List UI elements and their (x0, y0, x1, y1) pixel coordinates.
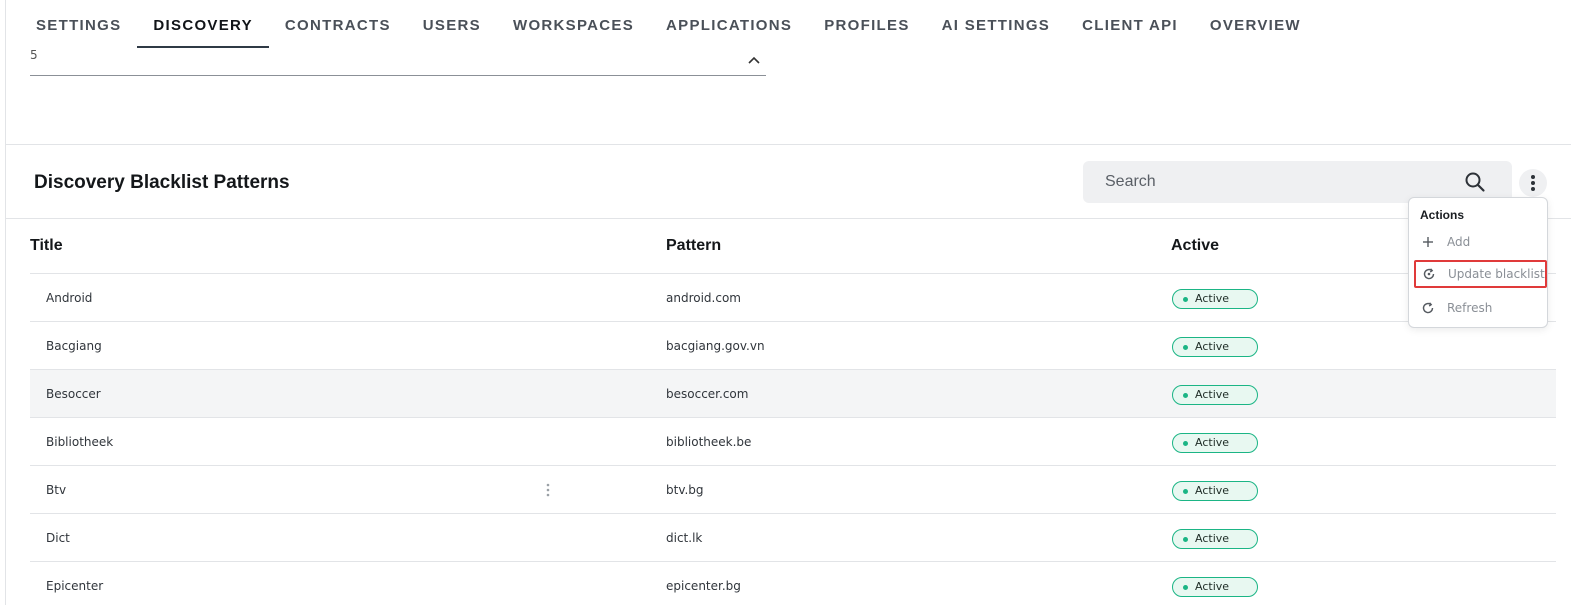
row-pattern: dict.lk (666, 531, 703, 545)
column-header-pattern[interactable]: Pattern (666, 237, 721, 255)
table-row[interactable]: Btv btv.bg Active (30, 465, 1556, 513)
table-row[interactable]: Epicenter epicenter.bg Active (30, 561, 1556, 605)
tab-ai-settings[interactable]: AI SETTINGS (926, 0, 1066, 48)
tab-client-api[interactable]: CLIENT API (1066, 0, 1194, 48)
row-pattern: btv.bg (666, 483, 704, 497)
more-actions-button[interactable] (1519, 169, 1547, 197)
status-badge: Active (1172, 481, 1258, 501)
status-badge: Active (1172, 385, 1258, 405)
tab-overview[interactable]: OVERVIEW (1194, 0, 1317, 48)
status-label: Active (1195, 532, 1230, 545)
header-divider (6, 218, 1571, 219)
table-row[interactable]: Bacgiang bacgiang.gov.vn Active (30, 321, 1556, 369)
tab-workspaces[interactable]: WORKSPACES (497, 0, 650, 48)
menu-item-update-blacklist[interactable]: Update blacklist (1414, 260, 1547, 288)
status-label: Active (1195, 388, 1230, 401)
tab-settings[interactable]: SETTINGS (20, 0, 137, 48)
menu-item-label: Add (1447, 235, 1471, 249)
row-title: Bibliotheek (46, 435, 114, 449)
table-row[interactable]: Besoccer besoccer.com Active (30, 369, 1556, 417)
actions-menu: Actions Add Update blacklist Refresh (1408, 197, 1548, 328)
status-badge: Active (1172, 337, 1258, 357)
status-label: Active (1195, 340, 1230, 353)
actions-menu-header: Actions (1420, 208, 1465, 222)
row-pattern: epicenter.bg (666, 579, 741, 593)
status-label: Active (1195, 292, 1230, 305)
row-title: Dict (46, 531, 70, 545)
row-title: Android (46, 291, 93, 305)
status-badge: Active (1172, 577, 1258, 597)
tab-users[interactable]: USERS (407, 0, 497, 48)
tab-applications[interactable]: APPLICATIONS (650, 0, 808, 48)
menu-item-refresh[interactable]: Refresh (1413, 295, 1545, 321)
table-row[interactable]: Bibliotheek bibliotheek.be Active (30, 417, 1556, 465)
tab-contracts[interactable]: CONTRACTS (269, 0, 407, 48)
status-badge: Active (1172, 289, 1258, 309)
status-dot (1183, 441, 1188, 446)
row-pattern: besoccer.com (666, 387, 749, 401)
status-dot (1183, 297, 1188, 302)
row-title: Besoccer (46, 387, 101, 401)
page-left-border (5, 0, 6, 605)
row-title: Bacgiang (46, 339, 102, 353)
row-title: Epicenter (46, 579, 104, 593)
table-row[interactable]: Android android.com Active (30, 273, 1556, 321)
menu-item-label: Refresh (1447, 301, 1493, 315)
column-header-active[interactable]: Active (1171, 237, 1219, 255)
status-dot (1183, 393, 1188, 398)
status-dot (1183, 489, 1188, 494)
status-dot (1183, 585, 1188, 590)
status-label: Active (1195, 436, 1230, 449)
status-badge: Active (1172, 529, 1258, 549)
kebab-icon (1531, 175, 1535, 191)
menu-item-label: Update blacklist (1448, 267, 1545, 281)
column-header-title[interactable]: Title (30, 237, 63, 255)
top-tab-bar: SETTINGS DISCOVERY CONTRACTS USERS WORKS… (20, 0, 1317, 48)
status-label: Active (1195, 580, 1230, 593)
chevron-up-icon[interactable] (746, 52, 762, 68)
status-label: Active (1195, 484, 1230, 497)
search-icon[interactable] (1464, 171, 1486, 193)
refresh-icon (1422, 302, 1434, 314)
status-dot (1183, 345, 1188, 350)
section-divider (6, 144, 1571, 145)
status-dot (1183, 537, 1188, 542)
menu-item-add[interactable]: Add (1413, 229, 1545, 255)
plus-icon (1423, 237, 1433, 247)
sync-icon (1423, 268, 1435, 280)
tab-profiles[interactable]: PROFILES (808, 0, 925, 48)
table-row[interactable]: Dict dict.lk Active (30, 513, 1556, 561)
row-pattern: bacgiang.gov.vn (666, 339, 765, 353)
row-title: Btv (46, 483, 67, 497)
search-input[interactable] (1105, 161, 1445, 203)
row-kebab-icon[interactable] (544, 482, 552, 498)
section-title: Discovery Blacklist Patterns (34, 172, 290, 193)
tab-discovery[interactable]: DISCOVERY (137, 0, 269, 48)
top-select-value: 5 (30, 48, 38, 62)
status-badge: Active (1172, 433, 1258, 453)
row-pattern: android.com (666, 291, 741, 305)
row-pattern: bibliotheek.be (666, 435, 752, 449)
top-select-field[interactable]: 5 (30, 46, 766, 76)
